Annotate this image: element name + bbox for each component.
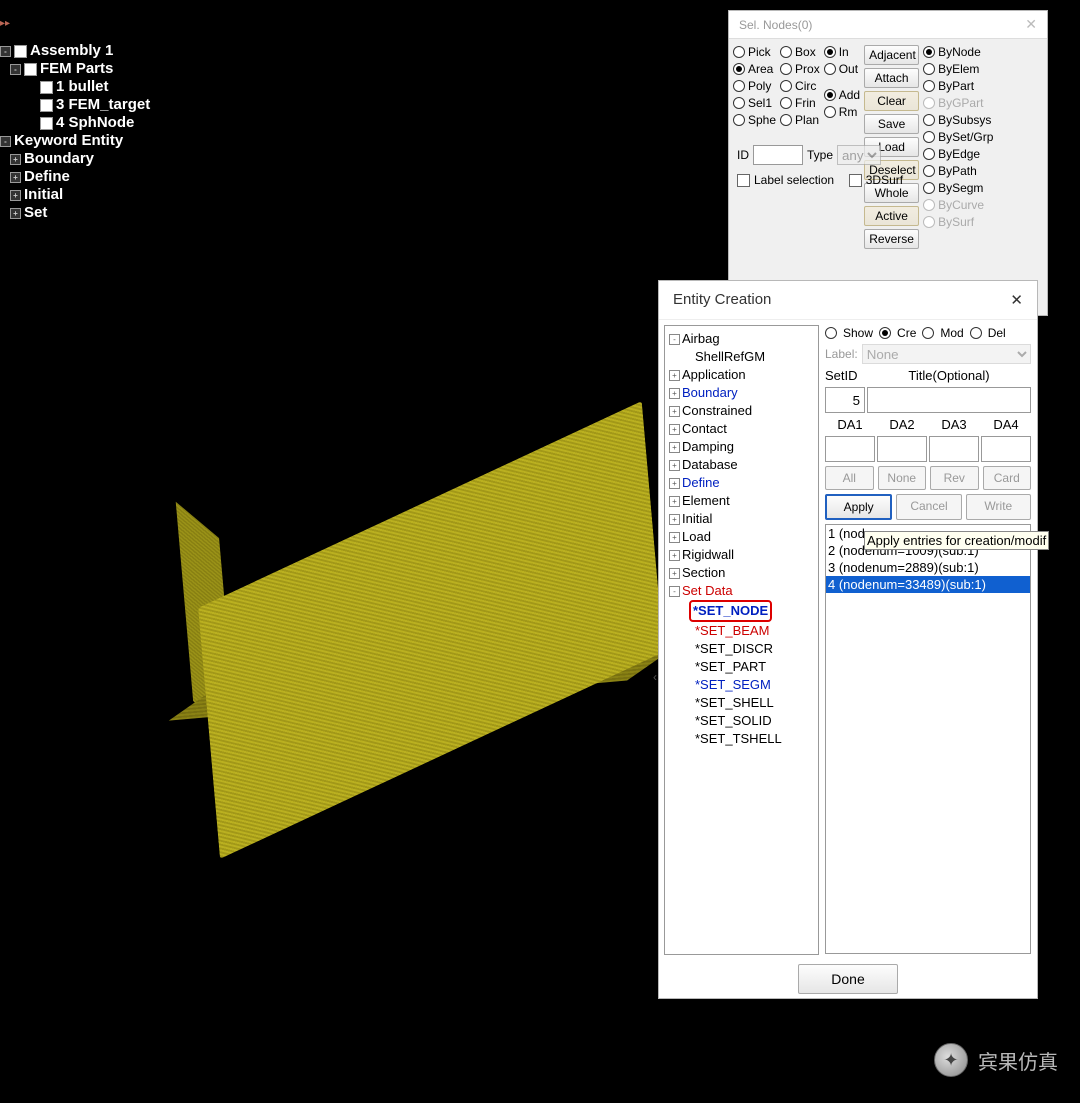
attach-button[interactable]: Attach (864, 68, 919, 88)
entity-tree[interactable]: -Airbag ShellRefGM +Application +Boundar… (664, 325, 819, 955)
cancel-button[interactable]: Cancel (896, 494, 961, 520)
model-tree[interactable]: -Assembly 1 -FEM Parts 1 bullet 3 FEM_ta… (0, 42, 150, 222)
radio-area[interactable] (733, 63, 745, 75)
radio-poly[interactable] (733, 80, 745, 92)
radio-mod[interactable] (922, 327, 934, 339)
tree-keyword[interactable]: Keyword Entity (14, 132, 123, 150)
fem-mesh-viewport[interactable] (152, 378, 708, 862)
checkbox-icon[interactable] (40, 99, 53, 112)
write-button[interactable]: Write (966, 494, 1031, 520)
card-button[interactable]: Card (983, 466, 1032, 490)
collapse-handle[interactable]: ‹ (653, 670, 657, 684)
radio-cre[interactable] (879, 327, 891, 339)
adjacent-button[interactable]: Adjacent (864, 45, 919, 65)
entity-creation-panel: Entity Creation ✕ ‹ -Airbag ShellRefGM +… (658, 280, 1038, 999)
radio-sel1[interactable] (733, 97, 745, 109)
apply-button[interactable]: Apply (825, 494, 892, 520)
entity-form: Show Cre Mod Del Label: None SetID Title… (819, 320, 1037, 960)
checkbox-icon[interactable] (40, 81, 53, 94)
id-input[interactable] (753, 145, 803, 165)
radio-show[interactable] (825, 327, 837, 339)
radio-pick[interactable] (733, 46, 745, 58)
title-input[interactable] (867, 387, 1031, 413)
list-item[interactable]: 3 (nodenum=2889)(sub:1) (826, 559, 1030, 576)
close-icon[interactable]: ✕ (1025, 16, 1037, 33)
da1-input[interactable] (825, 436, 875, 462)
active-button[interactable]: Active (864, 206, 919, 226)
all-button[interactable]: All (825, 466, 874, 490)
sel-title: Sel. Nodes(0) (739, 18, 812, 32)
entity-title: Entity Creation (673, 291, 771, 309)
label-select: None (862, 344, 1031, 364)
list-item[interactable]: 4 (nodenum=33489)(sub:1) (826, 576, 1030, 593)
save-button[interactable]: Save (864, 114, 919, 134)
da3-input[interactable] (929, 436, 979, 462)
checkbox-icon[interactable] (40, 117, 53, 130)
radio-sphe[interactable] (733, 114, 745, 126)
reverse-button[interactable]: Reverse (864, 229, 919, 249)
3dsurf-checkbox[interactable] (849, 174, 862, 187)
tree-femparts[interactable]: FEM Parts (40, 60, 113, 78)
entity-list[interactable]: 1 (nod 2 (nodenum=1009)(sub:1) 3 (nodenu… (825, 524, 1031, 954)
tree-lines: ▸▸ (0, 18, 10, 29)
wechat-icon: ✦ (934, 1043, 968, 1077)
done-button[interactable]: Done (798, 964, 897, 994)
rev-button[interactable]: Rev (930, 466, 979, 490)
set-node-item[interactable]: *SET_NODE (693, 603, 768, 618)
radio-del[interactable] (970, 327, 982, 339)
label-checkbox[interactable] (737, 174, 750, 187)
clear-button[interactable]: Clear (864, 91, 919, 111)
type-select[interactable]: any (837, 145, 881, 165)
da2-input[interactable] (877, 436, 927, 462)
sel-by-col: ByNode ByElem ByPart ByGPart BySubsys By… (923, 45, 993, 249)
tree-root[interactable]: Assembly 1 (30, 42, 113, 60)
tooltip: Apply entries for creation/modif (864, 531, 1049, 550)
close-icon[interactable]: ✕ (1010, 291, 1023, 309)
da4-input[interactable] (981, 436, 1031, 462)
none-button[interactable]: None (878, 466, 927, 490)
setid-input[interactable] (825, 387, 865, 413)
watermark: ✦ 宾果仿真 (934, 1043, 1058, 1077)
sel-nodes-panel: Sel. Nodes(0) ✕ Pick Area Poly Sel1 Sphe… (728, 10, 1048, 316)
